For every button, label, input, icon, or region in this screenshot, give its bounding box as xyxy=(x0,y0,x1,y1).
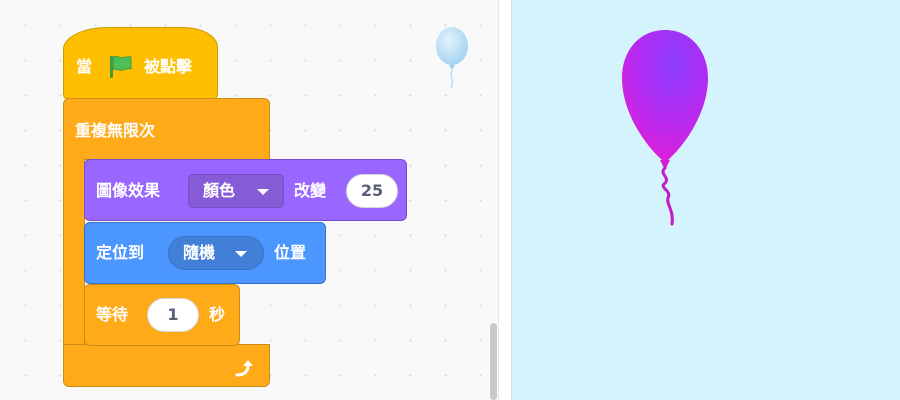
hat-label-prefix: 當 xyxy=(76,57,93,76)
code-area[interactable]: 當 被點擊 重複無限次 圖像效果 顏色 改變 25 定位到 隨機 位置 等待 1 xyxy=(0,0,498,400)
forever-label: 重複無限次 xyxy=(75,121,156,140)
when-flag-clicked-block[interactable]: 當 被點擊 xyxy=(63,27,218,100)
goto-suffix-label: 位置 xyxy=(274,243,307,262)
green-flag-icon xyxy=(110,55,132,78)
effect-dropdown-value: 顏色 xyxy=(203,181,236,200)
effect-amount-input[interactable]: 25 xyxy=(346,174,398,208)
balloon-icon[interactable] xyxy=(433,26,473,92)
dropdown-caret-icon xyxy=(257,189,269,195)
effect-block-label: 圖像效果 xyxy=(96,181,161,200)
goto-target-dropdown[interactable]: 隨機 xyxy=(168,236,264,270)
wait-seconds-input[interactable]: 1 xyxy=(147,298,199,332)
balloon-sprite[interactable] xyxy=(620,28,710,228)
wait-unit-label: 秒 xyxy=(209,305,226,324)
change-effect-block[interactable]: 圖像效果 顏色 改變 25 xyxy=(84,159,407,221)
forever-block[interactable]: 重複無限次 xyxy=(63,98,270,160)
effect-dropdown[interactable]: 顏色 xyxy=(188,174,284,208)
wait-block[interactable]: 等待 1 秒 xyxy=(84,284,240,346)
goto-label: 定位到 xyxy=(96,243,145,262)
loop-arrow-icon xyxy=(235,360,253,377)
effect-verb-label: 改變 xyxy=(294,181,327,200)
dropdown-caret-icon xyxy=(235,251,247,257)
scrollbar-thumb[interactable] xyxy=(490,323,497,400)
forever-block-arm xyxy=(63,158,85,348)
go-to-block[interactable]: 定位到 隨機 位置 xyxy=(84,222,326,284)
wait-label: 等待 xyxy=(96,305,129,324)
pane-divider xyxy=(498,0,512,400)
hat-label-suffix: 被點擊 xyxy=(144,57,193,76)
goto-target-value: 隨機 xyxy=(183,243,216,262)
